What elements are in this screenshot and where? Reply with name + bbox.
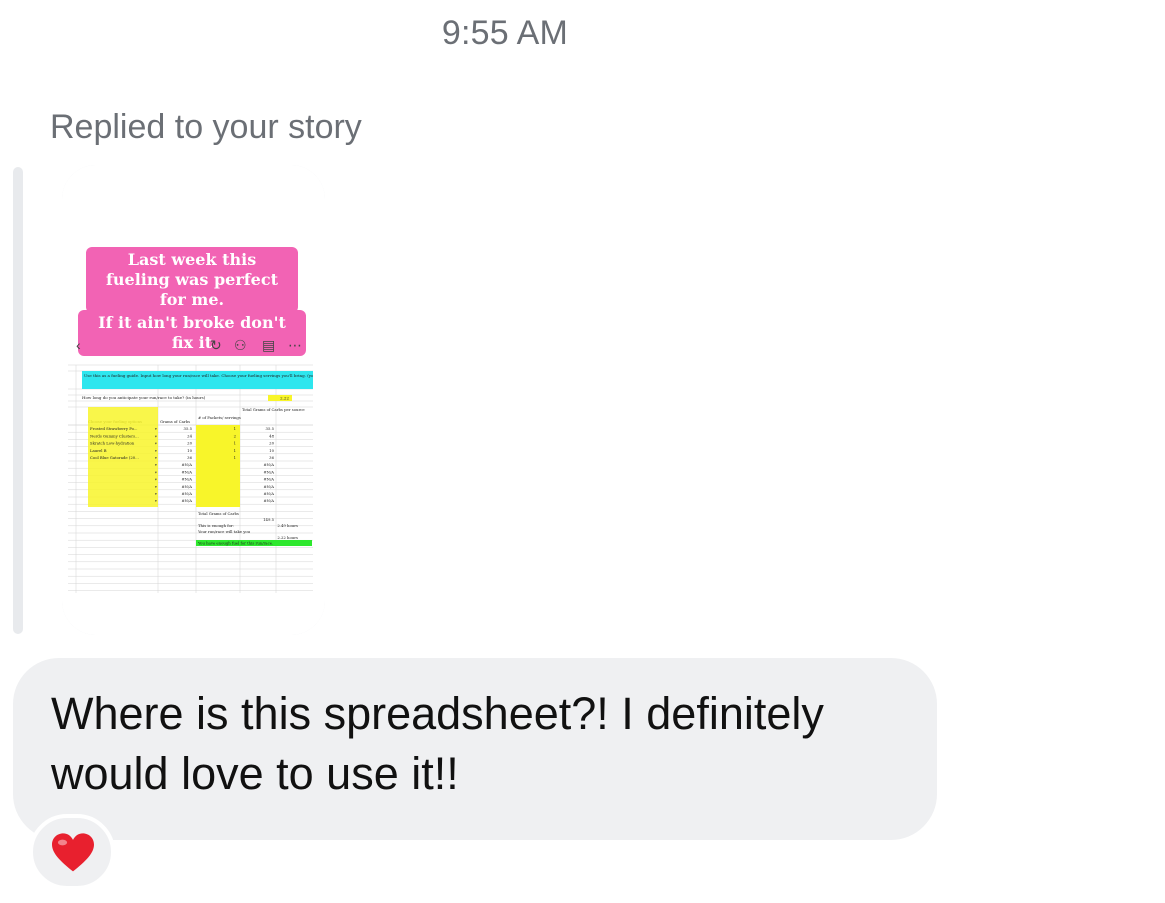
sheet-cell: 10 <box>187 448 192 453</box>
sheet-cell: #N/A <box>263 484 274 489</box>
sheet-cell: 35.5 <box>266 426 275 431</box>
sheet-cell: #N/A <box>181 484 192 489</box>
sheet-cell: #N/A <box>263 498 274 503</box>
sheet-cell: #N/A <box>263 477 274 482</box>
spreadsheet-preview: Use this as a fueling guide. Input how l… <box>68 361 313 593</box>
sheet-cell: 24 <box>187 433 192 438</box>
sheet-cell: #N/A <box>181 469 192 474</box>
sheet-cell: Cool Blue Gatorade (20... <box>90 455 139 460</box>
sheet-cell: #N/A <box>181 462 192 467</box>
sheet-cell: 10 <box>269 448 274 453</box>
message-text: Where is this spreadsheet?! I definitely… <box>51 688 824 799</box>
dropdown-arrow-icon: ▾ <box>155 434 157 438</box>
dropdown-arrow-icon: ▾ <box>155 442 157 446</box>
message-bubble[interactable]: Where is this spreadsheet?! I definitely… <box>13 658 937 840</box>
dropdown-arrow-icon: ▾ <box>155 470 157 474</box>
sheet-cell: 1 <box>234 441 236 446</box>
sheet-cell: Laurel B <box>90 448 107 453</box>
sheet-toolbar: ‹ ↻ ⚇ ▤ ⋯ <box>76 337 316 355</box>
sheet-cell: 20 <box>269 441 274 446</box>
sheet-question-text: How long do you anticipate your run/race… <box>82 395 206 400</box>
sheet-enough-label: This is enough for: <box>198 523 234 528</box>
sheet-race-label: Your run/race will take you <box>197 529 251 534</box>
sheet-column-header: Total Grams of Carbs per source <box>242 407 305 412</box>
sheet-cell: 1 <box>234 448 236 453</box>
sheet-cell: #N/A <box>181 477 192 482</box>
sheet-cell: 1 <box>234 426 236 431</box>
sheet-total-label: Total Grams of Carbs <box>198 511 239 516</box>
story-preview-card[interactable]: Last week this fueling was perfect for m… <box>62 165 325 635</box>
redo-icon: ↻ <box>210 337 222 353</box>
heart-icon <box>52 833 94 872</box>
sheet-cell: 1 <box>234 455 236 460</box>
sheet-cell: #N/A <box>263 491 274 496</box>
sheet-cell: 20 <box>187 441 192 446</box>
sheet-cell: Skratch Low-hydration <box>90 441 135 446</box>
sheet-status-text: You have enough fuel for this run/race. <box>197 541 273 546</box>
message-timestamp: 9:55 AM <box>441 14 569 52</box>
sheet-cell: #N/A <box>181 498 192 503</box>
sheet-cell: #N/A <box>181 491 192 496</box>
story-text-sticker: Last week this fueling was perfect for m… <box>86 247 298 313</box>
reply-indicator-bar <box>13 167 23 634</box>
dropdown-arrow-icon: ▾ <box>155 499 157 503</box>
sheet-enough-value: 2.49 hours <box>277 523 298 528</box>
sheet-column-header: Grams of Carbs <box>160 419 190 424</box>
sheet-cell: #N/A <box>263 462 274 467</box>
back-chevron-icon: ‹ <box>76 337 81 353</box>
sheet-question-value: 2.22 <box>280 396 289 401</box>
sheet-total-value: 149.5 <box>263 517 274 522</box>
sheet-note-text: Use this as a fueling guide. Input how l… <box>84 373 313 378</box>
dropdown-arrow-icon: ▾ <box>155 492 157 496</box>
dropdown-arrow-icon: ▾ <box>155 449 157 453</box>
sheet-cell: 48 <box>269 433 274 438</box>
sheet-cell: #N/A <box>263 469 274 474</box>
add-person-icon: ⚇ <box>234 337 247 353</box>
sheet-column-header: # of Packets/ servings <box>198 415 241 420</box>
sheet-cell: 36 <box>187 455 192 460</box>
sheet-cell: 36 <box>269 455 274 460</box>
replied-to-story-label: Replied to your story <box>50 108 362 146</box>
comment-icon: ▤ <box>262 337 276 353</box>
more-icon: ⋯ <box>288 337 302 353</box>
dropdown-arrow-icon: ▾ <box>155 427 157 431</box>
dropdown-arrow-icon: ▾ <box>155 478 157 482</box>
sheet-cell: Nerds Gummy Clusters... <box>90 433 139 438</box>
story-thumbnail: Last week this fueling was perfect for m… <box>62 165 325 635</box>
dropdown-arrow-icon: ▾ <box>155 456 157 460</box>
sheet-cell: Frosted Strawberry Po... <box>90 426 137 431</box>
reaction-badge[interactable] <box>29 814 115 890</box>
sheet-cell: 35.5 <box>184 426 193 431</box>
dropdown-arrow-icon: ▾ <box>155 485 157 489</box>
sheet-race-value: 2.22 hours <box>277 535 298 540</box>
dropdown-arrow-icon: ▾ <box>155 463 157 467</box>
